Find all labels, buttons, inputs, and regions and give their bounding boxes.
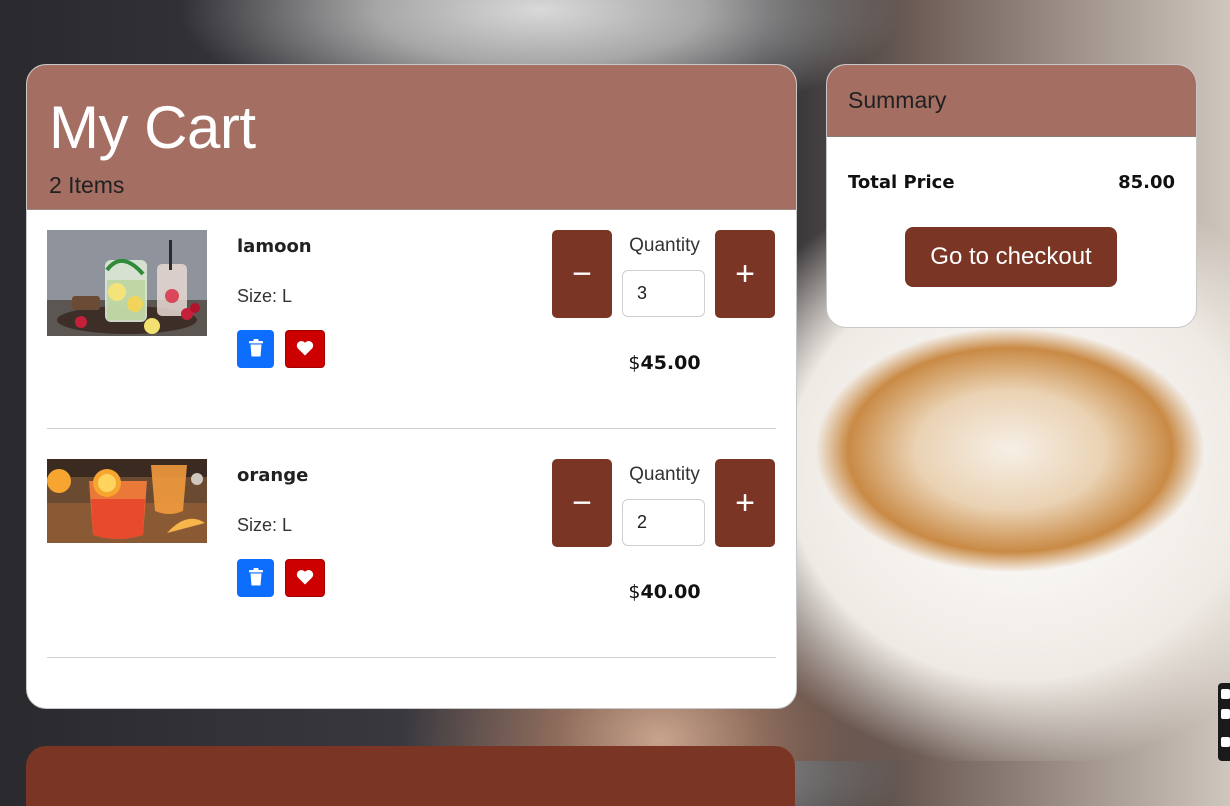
widget-icon [1221, 689, 1230, 699]
page-title: My Cart [49, 94, 256, 161]
product-name[interactable]: orange [237, 465, 308, 486]
widget-icon [1221, 737, 1230, 747]
cart-item: orange Size: L − Quantity + $40.00 [47, 439, 776, 658]
checkout-button[interactable]: Go to checkout [905, 227, 1117, 287]
total-price-label: Total Price [848, 172, 955, 193]
cart-card: My Cart 2 Items lamoon Size: L − Quantit… [26, 64, 797, 709]
increase-quantity-button[interactable]: + [715, 230, 775, 318]
cart-item-count: 2 Items [49, 172, 125, 198]
trash-icon [248, 567, 263, 589]
heart-icon [296, 340, 314, 359]
decrease-quantity-button[interactable]: − [552, 459, 612, 547]
heart-icon [296, 569, 314, 588]
product-name[interactable]: lamoon [237, 236, 312, 257]
quantity-label: Quantity [629, 464, 700, 485]
quantity-label: Quantity [629, 235, 700, 256]
trash-icon [248, 338, 263, 360]
widget-icon [1221, 709, 1230, 719]
product-size: Size: L [237, 515, 293, 535]
decrease-quantity-button[interactable]: − [552, 230, 612, 318]
side-widget[interactable] [1218, 683, 1230, 761]
summary-card: Summary Total Price 85.00 Go to checkout [826, 64, 1197, 328]
item-price: $45.00 [612, 352, 717, 374]
currency-symbol: $ [628, 352, 641, 374]
cart-item: lamoon Size: L − Quantity + $45.00 [47, 210, 776, 429]
total-price-row: Total Price 85.00 [848, 172, 1175, 193]
remove-item-button[interactable] [237, 330, 274, 368]
total-price-value: 85.00 [1118, 172, 1175, 193]
cart-header: My Cart 2 Items [27, 65, 796, 210]
quantity-input[interactable] [622, 270, 705, 317]
summary-title: Summary [827, 65, 1196, 137]
quantity-input[interactable] [622, 499, 705, 546]
currency-symbol: $ [628, 581, 641, 603]
next-section-card [26, 746, 795, 806]
product-image-orange [47, 459, 207, 565]
product-image-lamoon [47, 230, 207, 336]
increase-quantity-button[interactable]: + [715, 459, 775, 547]
remove-item-button[interactable] [237, 559, 274, 597]
price-amount: 45.00 [640, 352, 701, 374]
add-to-wishlist-button[interactable] [285, 559, 325, 597]
price-amount: 40.00 [640, 581, 701, 603]
product-size: Size: L [237, 286, 293, 306]
add-to-wishlist-button[interactable] [285, 330, 325, 368]
item-price: $40.00 [612, 581, 717, 603]
